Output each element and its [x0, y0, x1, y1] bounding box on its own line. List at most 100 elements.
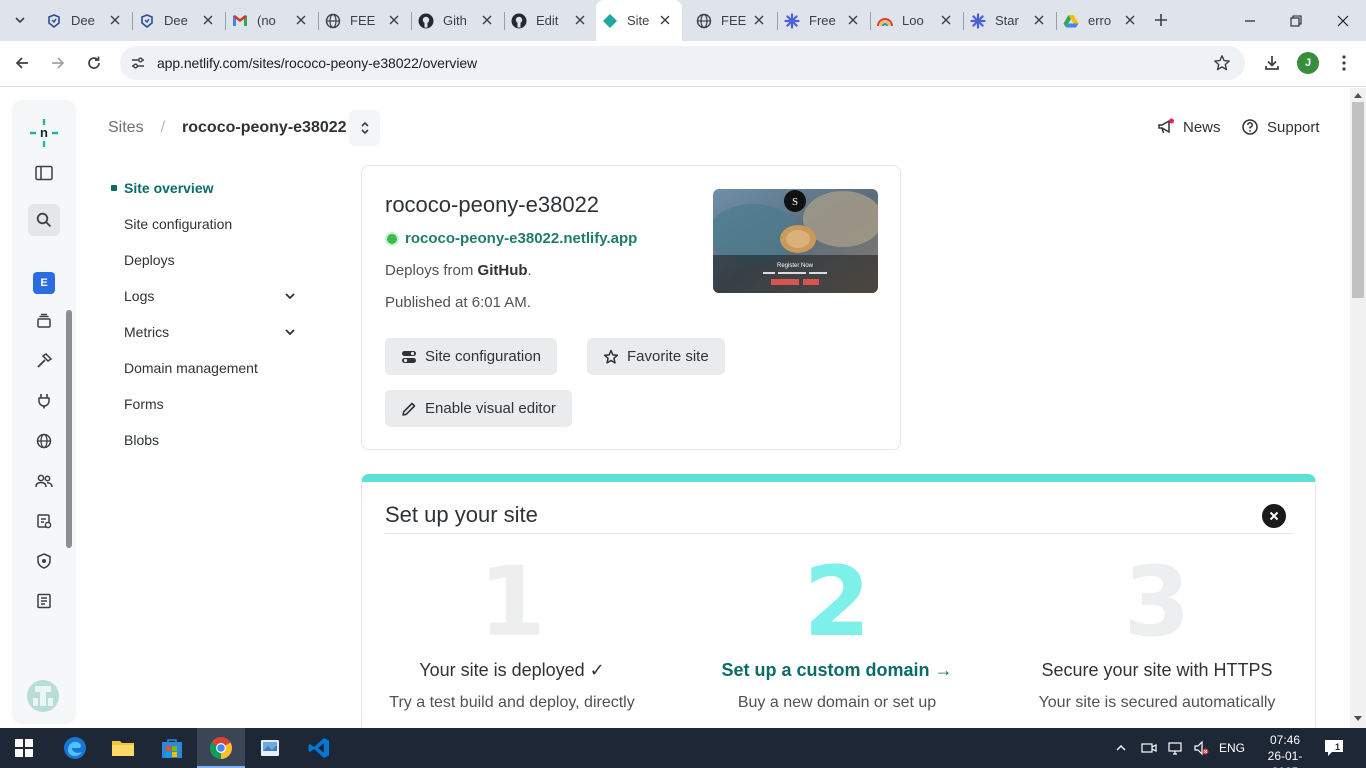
nav-forms[interactable]: Forms [110, 386, 310, 422]
site-preview-image[interactable]: S Register Now [713, 189, 878, 293]
browser-tab[interactable]: (no [226, 7, 318, 34]
close-tab-icon[interactable] [108, 13, 122, 27]
browser-tab[interactable]: erro [1057, 7, 1147, 34]
deepl-icon [139, 13, 155, 29]
close-tab-icon[interactable] [387, 13, 401, 27]
tab-search-button[interactable] [8, 8, 32, 32]
browser-tab[interactable]: Dee [40, 7, 132, 34]
divider [385, 533, 1293, 534]
site-overview-card: rococo-peony-e38022 rococo-peony-e38022.… [361, 165, 901, 450]
close-tab-icon[interactable] [573, 13, 587, 27]
close-tab-icon[interactable] [939, 13, 953, 27]
taskbar-edge[interactable] [51, 728, 99, 768]
address-bar[interactable]: app.netlify.com/sites/rococo-peony-e3802… [120, 46, 1245, 80]
notification-center[interactable]: 1 [1324, 728, 1343, 768]
close-tab-icon[interactable] [658, 13, 672, 27]
custom-domain-link[interactable]: Set up a custom domain → [687, 660, 987, 681]
browser-tab[interactable]: Star [964, 7, 1056, 34]
breadcrumb-sites-link[interactable]: Sites [108, 119, 144, 137]
browser-tab[interactable]: Free [778, 7, 870, 34]
close-tab-icon[interactable] [480, 13, 494, 27]
browser-tab[interactable]: Gith [412, 7, 504, 34]
news-button[interactable]: News [1157, 118, 1221, 136]
members-icon[interactable] [32, 469, 56, 493]
site-configuration-button[interactable]: Site configuration [385, 338, 557, 375]
chevron-down-icon [285, 293, 295, 300]
profile-avatar[interactable]: J [1297, 52, 1319, 74]
scroll-down-arrow-icon[interactable] [1354, 716, 1362, 721]
nav-site-overview[interactable]: Site overview [110, 170, 310, 206]
browser-tab[interactable]: Edit [505, 7, 597, 34]
network-icon[interactable] [1167, 740, 1183, 756]
reload-button[interactable] [82, 51, 106, 75]
browser-tab[interactable]: FEE [690, 7, 776, 34]
taskbar-chrome[interactable] [197, 728, 245, 768]
system-clock[interactable]: 07:46 26-01-2025 [1255, 732, 1315, 768]
nav-site-configuration[interactable]: Site configuration [110, 206, 310, 242]
search-icon[interactable] [32, 208, 56, 232]
rail-scrollbar[interactable] [66, 310, 72, 548]
browser-tab[interactable]: FEE [319, 7, 411, 34]
step-description: Buy a new domain or set up [737, 694, 937, 711]
meet-now-icon[interactable] [1141, 740, 1157, 756]
close-tab-icon[interactable] [1123, 13, 1137, 27]
docs-icon[interactable] [32, 589, 56, 613]
chevron-up-icon[interactable] [1115, 742, 1127, 754]
close-tab-icon[interactable] [846, 13, 860, 27]
team-e-icon[interactable]: E [33, 272, 55, 294]
nav-logs[interactable]: Logs [110, 278, 310, 314]
close-tab-icon[interactable] [1032, 13, 1046, 27]
browser-tab[interactable]: Loo [871, 7, 963, 34]
dismiss-setup-button[interactable] [1262, 504, 1286, 528]
language-indicator[interactable]: ENG [1219, 741, 1245, 755]
netlify-icon [602, 13, 618, 29]
domains-globe-icon[interactable] [32, 429, 56, 453]
restore-button[interactable] [1273, 0, 1319, 41]
integrations-plug-icon[interactable] [32, 389, 56, 413]
page-scrollbar[interactable] [1350, 88, 1366, 728]
sidebar-toggle-icon[interactable] [32, 161, 56, 185]
taskbar-paint[interactable] [246, 728, 294, 768]
megaphone-icon [1157, 118, 1175, 136]
site-url-link[interactable]: rococo-peony-e38022.netlify.app [385, 230, 637, 247]
favorite-site-button[interactable]: Favorite site [587, 338, 725, 375]
nav-deploys[interactable]: Deploys [110, 242, 310, 278]
browser-menu-button[interactable] [1332, 51, 1356, 75]
notification-count: 1 [1335, 742, 1341, 752]
taskbar-vscode[interactable] [295, 728, 343, 768]
downloads-button[interactable] [1260, 51, 1284, 75]
browser-tab[interactable]: Dee [133, 7, 225, 34]
enable-visual-editor-button[interactable]: Enable visual editor [385, 390, 572, 427]
builds-hammer-icon[interactable] [32, 349, 56, 373]
close-icon [1337, 15, 1349, 26]
bookmark-star-icon[interactable] [1213, 54, 1231, 72]
scrollbar-thumb[interactable] [1352, 102, 1364, 298]
chevron-up-down-icon [360, 121, 369, 135]
close-tab-icon[interactable] [752, 13, 766, 27]
volume-muted-icon[interactable] [1193, 740, 1209, 756]
start-button[interactable] [0, 728, 48, 768]
user-avatar[interactable] [27, 680, 59, 712]
nav-metrics[interactable]: Metrics [110, 314, 310, 350]
sites-stack-icon[interactable] [32, 309, 56, 333]
forward-button[interactable] [46, 51, 70, 75]
security-shield-icon[interactable] [32, 549, 56, 573]
minimize-button[interactable] [1227, 0, 1273, 41]
new-tab-button[interactable] [1152, 11, 1170, 29]
close-window-button[interactable] [1320, 0, 1366, 41]
close-tab-icon[interactable] [294, 13, 308, 27]
netlify-logo-icon[interactable]: n [27, 116, 61, 150]
audit-log-icon[interactable] [32, 509, 56, 533]
nav-domain-management[interactable]: Domain management [110, 350, 310, 386]
site-switcher-button[interactable] [349, 110, 380, 146]
back-button[interactable] [10, 51, 34, 75]
taskbar-store[interactable] [148, 728, 196, 768]
support-button[interactable]: Support [1241, 118, 1320, 136]
nav-blobs[interactable]: Blobs [110, 422, 310, 458]
browser-tab-active[interactable]: Site [596, 0, 682, 41]
close-tab-icon[interactable] [201, 13, 215, 27]
chevron-down-icon [285, 329, 295, 336]
site-info-icon[interactable] [128, 53, 148, 73]
taskbar-file-explorer[interactable] [99, 728, 147, 768]
scroll-up-arrow-icon[interactable] [1354, 93, 1362, 98]
